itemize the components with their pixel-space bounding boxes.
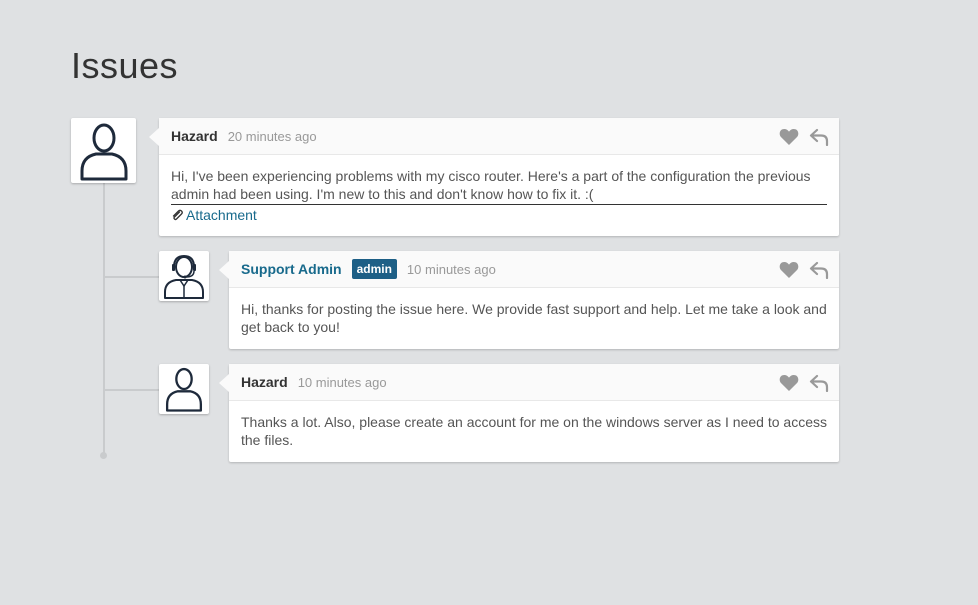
comment-text: Hi, thanks for posting the issue here. W…: [241, 301, 827, 335]
attachment-link[interactable]: Attachment: [171, 206, 827, 224]
comment-header: Support Admin admin 10 minutes ago: [229, 251, 839, 288]
user-icon: [80, 123, 127, 180]
comment-header: Hazard 20 minutes ago: [159, 118, 839, 155]
attachment-label: Attachment: [186, 207, 257, 223]
admin-badge: admin: [351, 259, 397, 279]
page-title: Issues: [71, 45, 179, 86]
reply-button[interactable]: [809, 128, 829, 147]
thread-line: [103, 183, 105, 455]
comment-body: Thanks a lot. Also, please create an acc…: [229, 401, 839, 459]
reply-icon: [809, 261, 829, 280]
thread-branch: [104, 389, 159, 391]
avatar[interactable]: [159, 364, 209, 414]
comment-author[interactable]: Hazard: [171, 128, 218, 144]
reply-button[interactable]: [809, 261, 829, 280]
reply-icon: [809, 128, 829, 147]
comment-body: Hi, I've been experiencing problems with…: [159, 155, 839, 234]
like-button[interactable]: [779, 374, 799, 392]
comment-author[interactable]: Support Admin: [241, 261, 342, 277]
thread-branch: [104, 276, 159, 278]
reply-icon: [809, 374, 829, 393]
support-agent-icon: [164, 254, 204, 299]
comment-timestamp: 10 minutes ago: [297, 374, 387, 390]
heart-icon: [779, 375, 799, 391]
avatar[interactable]: [71, 118, 136, 183]
comment-card: Hazard 10 minutes ago Thanks a lot. Also…: [219, 364, 839, 462]
comment-timestamp: 20 minutes ago: [227, 128, 317, 144]
comment-text: Hi, I've been experiencing problems with…: [171, 167, 827, 205]
comment-card: Hazard 20 minutes ago Hi, I've been expe…: [149, 118, 839, 236]
comment-author[interactable]: Hazard: [241, 374, 288, 390]
user-icon: [165, 367, 203, 412]
comment-text: Thanks a lot. Also, please create an acc…: [241, 414, 827, 448]
comment-body: Hi, thanks for posting the issue here. W…: [229, 288, 839, 346]
reply-button[interactable]: [809, 374, 829, 393]
heart-icon: [779, 262, 799, 278]
heart-icon: [779, 129, 799, 145]
comment-actions: [779, 374, 829, 393]
comment-timestamp: 10 minutes ago: [406, 261, 496, 277]
comment-card: Support Admin admin 10 minutes ago Hi, t…: [219, 251, 839, 349]
like-button[interactable]: [779, 128, 799, 146]
thread-end-dot: [100, 452, 107, 459]
comment-header: Hazard 10 minutes ago: [229, 364, 839, 401]
avatar[interactable]: [159, 251, 209, 301]
paperclip-icon: [172, 209, 183, 221]
like-button[interactable]: [779, 261, 799, 279]
comment-actions: [779, 261, 829, 280]
comment-actions: [779, 128, 829, 147]
